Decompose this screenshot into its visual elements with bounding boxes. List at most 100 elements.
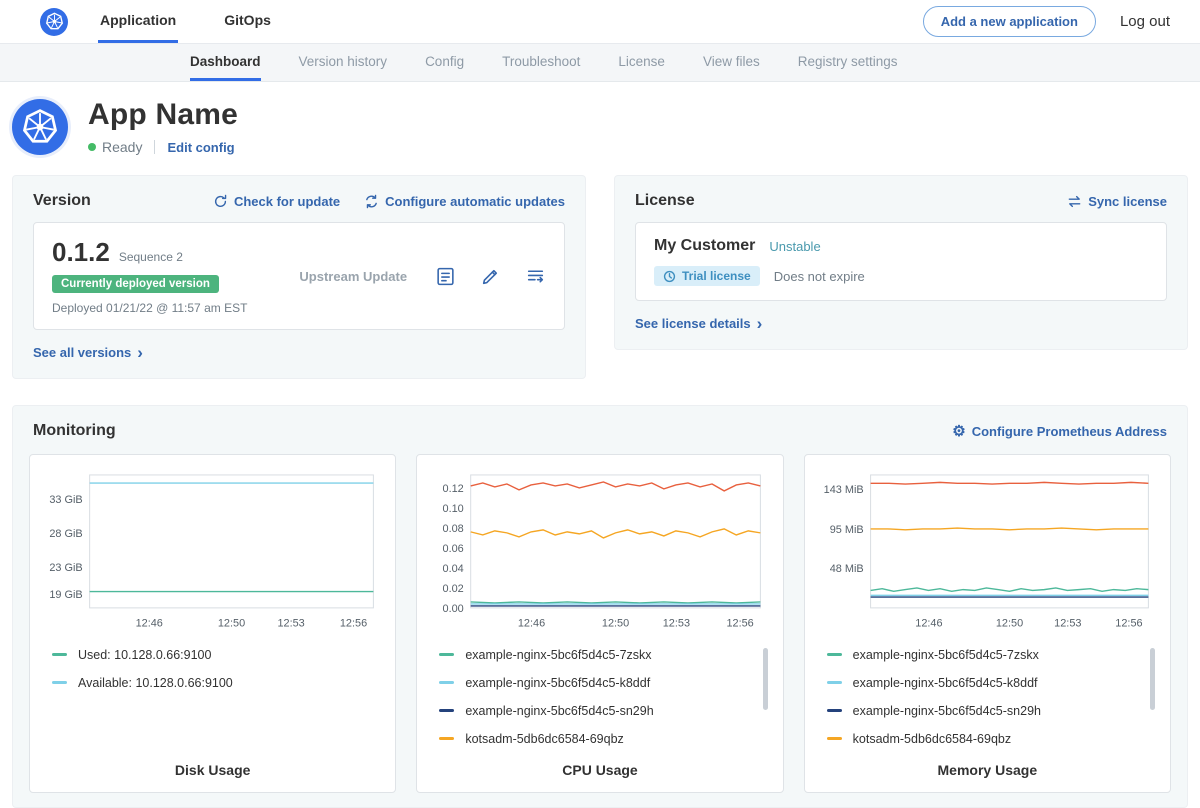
- subtab-license[interactable]: License: [618, 44, 665, 81]
- svg-text:48 MiB: 48 MiB: [829, 563, 863, 575]
- current-version-card: 0.1.2 Sequence 2 Currently deployed vers…: [33, 222, 565, 330]
- add-application-button[interactable]: Add a new application: [923, 6, 1096, 37]
- license-card-title: License: [635, 192, 695, 210]
- svg-text:0.06: 0.06: [443, 543, 464, 555]
- svg-text:12:53: 12:53: [663, 618, 690, 630]
- divider: [154, 140, 155, 154]
- memory-usage-legend: example-nginx-5bc6f5d4c5-7zskx example-n…: [819, 646, 1156, 746]
- configure-automatic-updates-link[interactable]: Configure automatic updates: [364, 194, 565, 209]
- chevron-right-icon: ›: [137, 344, 143, 361]
- series-color-dash: [827, 737, 842, 740]
- legend-item-pod: example-nginx-5bc6f5d4c5-sn29h: [827, 704, 1144, 718]
- memory-usage-chart: 143 MiB 95 MiB 48 MiB 12:46 12:50 12:53 12:56: [819, 467, 1156, 634]
- series-color-dash: [52, 681, 67, 684]
- app-logo-icon: [12, 99, 68, 155]
- refresh-icon: [213, 194, 228, 209]
- disk-usage-legend: Used: 10.128.0.66:9100 Available: 10.128…: [44, 646, 381, 746]
- version-card: Version Check for update Configure autom…: [12, 175, 586, 379]
- svg-text:95 MiB: 95 MiB: [829, 524, 863, 536]
- page-title: App Name: [88, 98, 238, 132]
- series-color-dash: [52, 653, 67, 656]
- chart-title: Memory Usage: [819, 762, 1156, 778]
- legend-item-pod: example-nginx-5bc6f5d4c5-sn29h: [439, 704, 756, 718]
- svg-text:12:50: 12:50: [995, 618, 1022, 630]
- sync-icon: [1067, 194, 1082, 209]
- tab-gitops[interactable]: GitOps: [222, 0, 273, 43]
- check-for-update-link[interactable]: Check for update: [213, 194, 340, 209]
- svg-text:12:56: 12:56: [1115, 618, 1142, 630]
- legend-item-pod: example-nginx-5bc6f5d4c5-k8ddf: [439, 676, 756, 690]
- svg-text:0.02: 0.02: [443, 583, 464, 595]
- series-color-dash: [827, 681, 842, 684]
- upstream-update-label: Upstream Update: [299, 269, 407, 284]
- version-info: 0.1.2 Sequence 2 Currently deployed vers…: [52, 237, 247, 315]
- tab-application[interactable]: Application: [98, 0, 178, 43]
- customer-name: My Customer: [654, 237, 755, 255]
- series-color-dash: [439, 709, 454, 712]
- memory-usage-card: 143 MiB95 MiB48 MiB12:4612:5012:5312:56 …: [804, 454, 1171, 793]
- app-header: App Name Ready Edit config: [0, 82, 1200, 167]
- svg-text:0.10: 0.10: [443, 503, 464, 515]
- version-number: 0.1.2: [52, 237, 110, 268]
- see-all-versions-link[interactable]: See all versions ›: [33, 344, 143, 361]
- svg-text:23 GiB: 23 GiB: [49, 562, 82, 574]
- summary-cards-row: Version Check for update Configure autom…: [0, 167, 1200, 379]
- svg-text:0.08: 0.08: [443, 523, 464, 535]
- legend-item-pod: kotsadm-5db6dc6584-69qbz: [827, 732, 1144, 746]
- trial-license-badge: Trial license: [654, 266, 760, 286]
- svg-text:12:53: 12:53: [1054, 618, 1081, 630]
- legend-item-available: Available: 10.128.0.66:9100: [52, 676, 369, 690]
- subtab-dashboard[interactable]: Dashboard: [190, 44, 261, 81]
- license-details-card: My Customer Unstable Trial license Does …: [635, 222, 1167, 301]
- chevron-right-icon: ›: [757, 315, 763, 332]
- edit-config-link[interactable]: Edit config: [167, 140, 234, 155]
- chart-title: Disk Usage: [44, 762, 381, 778]
- gear-icon: ⚙: [952, 424, 965, 439]
- svg-text:143 MiB: 143 MiB: [823, 484, 863, 496]
- cpu-usage-chart: 0.120.100.080.060.040.020.0012:4612:5012…: [431, 467, 768, 634]
- configure-prometheus-link[interactable]: ⚙ Configure Prometheus Address: [952, 424, 1167, 439]
- edit-config-icon[interactable]: [480, 266, 501, 287]
- sync-license-link[interactable]: Sync license: [1067, 194, 1167, 209]
- see-license-details-link[interactable]: See license details ›: [635, 315, 762, 332]
- clock-icon: [663, 270, 676, 283]
- top-navbar: Application GitOps Add a new application…: [0, 0, 1200, 44]
- version-actions: [435, 266, 546, 287]
- subtab-registry-settings[interactable]: Registry settings: [798, 44, 898, 81]
- kubernetes-logo-icon: [40, 8, 68, 36]
- subtab-config[interactable]: Config: [425, 44, 464, 81]
- subtab-troubleshoot[interactable]: Troubleshoot: [502, 44, 580, 81]
- legend-item-used: Used: 10.128.0.66:9100: [52, 648, 369, 662]
- svg-text:12:46: 12:46: [518, 618, 545, 630]
- svg-text:12:46: 12:46: [136, 618, 163, 630]
- series-color-dash: [439, 653, 454, 656]
- version-card-title: Version: [33, 192, 91, 210]
- svg-text:28 GiB: 28 GiB: [49, 528, 82, 540]
- cpu-usage-legend: example-nginx-5bc6f5d4c5-7zskx example-n…: [431, 646, 768, 746]
- legend-item-pod: kotsadm-5db6dc6584-69qbz: [439, 732, 756, 746]
- svg-text:12:50: 12:50: [218, 618, 245, 630]
- svg-text:12:46: 12:46: [915, 618, 942, 630]
- legend-scrollbar[interactable]: [1150, 648, 1155, 710]
- svg-text:12:56: 12:56: [340, 618, 367, 630]
- auto-update-icon: [364, 194, 379, 209]
- series-color-dash: [439, 681, 454, 684]
- sequence-label: Sequence 2: [119, 250, 183, 264]
- charts-row: 33 GiB28 GiB23 GiB19 GiB12:4612:5012:531…: [29, 454, 1171, 793]
- logout-link[interactable]: Log out: [1120, 13, 1170, 30]
- legend-item-pod: example-nginx-5bc6f5d4c5-k8ddf: [827, 676, 1144, 690]
- app-status-row: Ready Edit config: [88, 139, 238, 155]
- release-notes-icon[interactable]: [435, 266, 456, 287]
- subtab-view-files[interactable]: View files: [703, 44, 760, 81]
- license-card: License Sync license My Customer Unstabl…: [614, 175, 1188, 350]
- svg-text:19 GiB: 19 GiB: [49, 589, 82, 601]
- legend-scrollbar[interactable]: [763, 648, 768, 710]
- deploy-logs-icon[interactable]: [525, 266, 546, 287]
- svg-text:33 GiB: 33 GiB: [49, 494, 82, 506]
- monitoring-section: Monitoring ⚙ Configure Prometheus Addres…: [12, 405, 1188, 808]
- chart-title: CPU Usage: [431, 762, 768, 778]
- svg-text:12:50: 12:50: [602, 618, 629, 630]
- subtab-version-history[interactable]: Version history: [299, 44, 388, 81]
- series-color-dash: [827, 709, 842, 712]
- legend-item-pod: example-nginx-5bc6f5d4c5-7zskx: [439, 648, 756, 662]
